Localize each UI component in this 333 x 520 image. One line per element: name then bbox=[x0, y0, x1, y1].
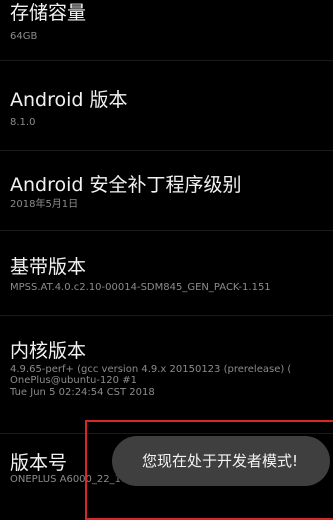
setting-title: 内核版本 bbox=[10, 340, 87, 362]
setting-item-baseband-version[interactable]: 基带版本 MPSS.AT.4.0.c2.10-00014-SDM845_GEN_… bbox=[10, 256, 333, 296]
divider bbox=[0, 315, 333, 316]
setting-value: 8.1.0 bbox=[10, 117, 36, 128]
setting-item-kernel-version[interactable]: 内核版本 4.9.65-perf+ (gcc version 4.9.x 201… bbox=[10, 340, 333, 416]
setting-title: Android 安全补丁程序级别 bbox=[10, 174, 242, 196]
setting-title: 基带版本 bbox=[10, 256, 87, 278]
about-phone-screen: 存储容量 64GB Android 版本 8.1.0 Android 安全补丁程… bbox=[0, 0, 333, 520]
divider bbox=[0, 60, 333, 61]
setting-title: 版本号 bbox=[10, 452, 68, 474]
setting-item-security-patch[interactable]: Android 安全补丁程序级别 2018年5月1日 bbox=[10, 174, 333, 214]
setting-title: Android 版本 bbox=[10, 89, 128, 111]
divider bbox=[0, 433, 333, 434]
setting-value-line-2: OnePlus@ubuntu-120 #1 bbox=[10, 375, 137, 386]
setting-value-line-3: Tue Jun 5 02:24:54 CST 2018 bbox=[10, 387, 155, 398]
developer-mode-toast: 您现在处于开发者模式! bbox=[112, 436, 330, 486]
divider bbox=[0, 230, 333, 231]
setting-title: 存储容量 bbox=[10, 2, 87, 24]
toast-message: 您现在处于开发者模式! bbox=[142, 452, 299, 470]
divider bbox=[0, 150, 333, 151]
setting-value: 64GB bbox=[10, 31, 38, 42]
setting-item-storage[interactable]: 存储容量 64GB bbox=[10, 2, 333, 42]
setting-value: MPSS.AT.4.0.c2.10-00014-SDM845_GEN_PACK-… bbox=[10, 282, 271, 293]
setting-item-android-version[interactable]: Android 版本 8.1.0 bbox=[10, 89, 333, 129]
setting-value: 2018年5月1日 bbox=[10, 199, 79, 210]
